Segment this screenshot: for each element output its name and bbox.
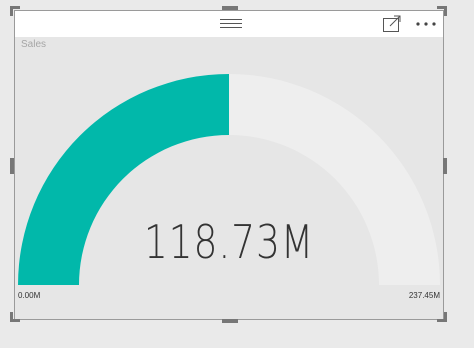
resize-handle-top[interactable]: [222, 6, 238, 10]
resize-handle-bottom-left[interactable]: [10, 312, 13, 322]
gauge-chart: [18, 73, 440, 285]
resize-handle-top-left[interactable]: [10, 6, 13, 16]
gauge-max-label: 237.45M: [408, 291, 440, 300]
resize-handle-bottom[interactable]: [222, 319, 238, 323]
gauge-min-label: 0.00M: [18, 291, 41, 300]
resize-handle-left[interactable]: [10, 158, 14, 174]
gauge-visual[interactable]: Sales 118.73M 0.00M 237.45M: [14, 10, 444, 320]
gauge-value: 118.73M: [143, 215, 315, 269]
resize-handle-top-right[interactable]: [444, 6, 447, 16]
resize-handle-right[interactable]: [443, 158, 447, 174]
resize-handle-bottom-right[interactable]: [444, 312, 447, 322]
